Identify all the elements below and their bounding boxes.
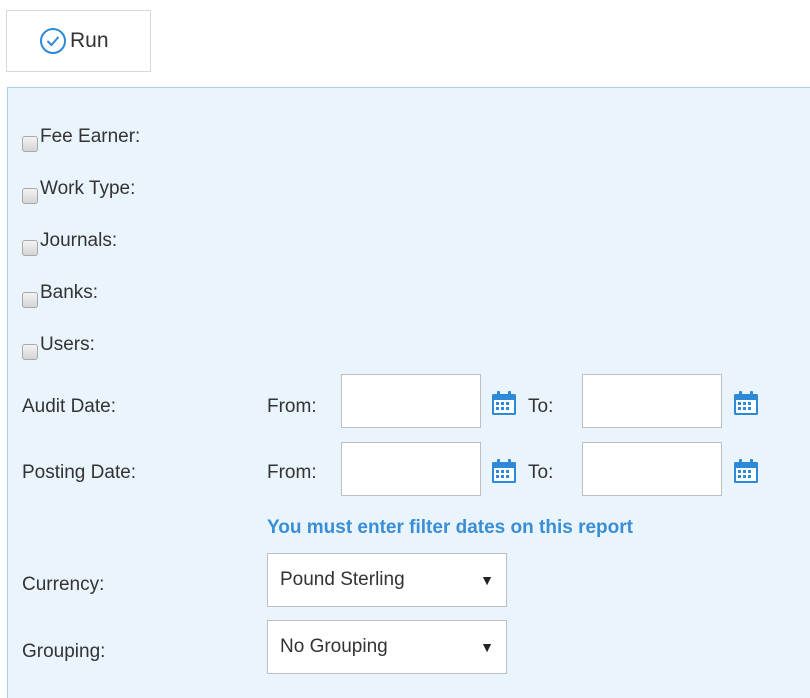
banks-label: Banks: (40, 282, 99, 303)
currency-select[interactable]: Pound Sterling ▼ (267, 553, 507, 607)
posting-date-to-input[interactable] (582, 442, 722, 496)
fee-earner-filter: Fee Earner: (22, 122, 141, 152)
journals-label: Journals: (40, 230, 118, 251)
posting-date-from-input[interactable] (341, 442, 481, 496)
caret-down-icon: ▼ (480, 572, 494, 588)
audit-date-label: Audit Date: (22, 396, 116, 417)
posting-date-label: Posting Date: (22, 462, 137, 483)
users-label: Users: (40, 334, 95, 355)
grouping-selected-value: No Grouping (280, 636, 388, 657)
currency-selected-value: Pound Sterling (280, 569, 405, 590)
posting-date-from-label: From: (267, 462, 317, 483)
work-type-label: Work Type: (40, 178, 136, 199)
work-type-filter: Work Type: (22, 174, 136, 204)
audit-date-to-label: To: (528, 396, 554, 417)
calendar-icon[interactable] (733, 458, 759, 484)
fee-earner-label: Fee Earner: (40, 126, 141, 147)
users-filter: Users: (22, 330, 95, 360)
calendar-icon[interactable] (733, 390, 759, 416)
filter-panel: Fee Earner: Work Type: Journals: Banks: … (7, 87, 810, 698)
check-circle-icon (40, 28, 66, 54)
audit-date-from-input[interactable] (341, 374, 481, 428)
audit-date-from-label: From: (267, 396, 317, 417)
banks-checkbox[interactable] (22, 292, 38, 308)
grouping-select[interactable]: No Grouping ▼ (267, 620, 507, 674)
posting-date-to-label: To: (528, 462, 554, 483)
audit-date-to-input[interactable] (582, 374, 722, 428)
journals-checkbox[interactable] (22, 240, 38, 256)
caret-down-icon: ▼ (480, 639, 494, 655)
run-button[interactable]: Run (6, 10, 151, 72)
work-type-checkbox[interactable] (22, 188, 38, 204)
calendar-icon[interactable] (491, 458, 517, 484)
grouping-label: Grouping: (22, 641, 106, 662)
journals-filter: Journals: (22, 226, 118, 256)
filter-dates-warning: You must enter filter dates on this repo… (267, 517, 633, 538)
calendar-icon[interactable] (491, 390, 517, 416)
fee-earner-checkbox[interactable] (22, 136, 38, 152)
banks-filter: Banks: (22, 278, 99, 308)
run-button-label: Run (70, 29, 109, 52)
users-checkbox[interactable] (22, 344, 38, 360)
currency-label: Currency: (22, 574, 105, 595)
